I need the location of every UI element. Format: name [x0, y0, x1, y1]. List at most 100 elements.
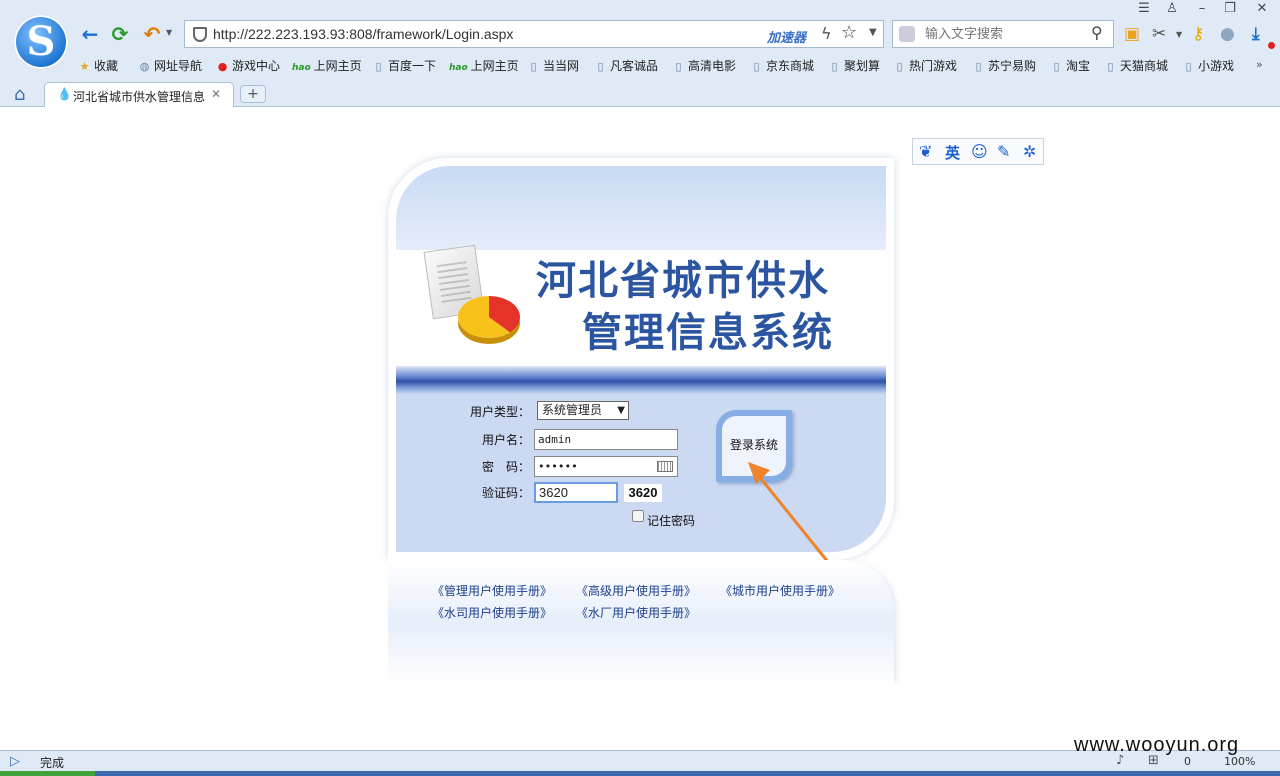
- favorite-star-icon[interactable]: ☆: [841, 22, 857, 43]
- new-tab-button[interactable]: +: [240, 85, 266, 103]
- username-label: 用户名：: [482, 433, 531, 447]
- captcha-label: 验证码：: [482, 486, 531, 500]
- page-icon: ▯: [896, 60, 903, 73]
- remember-password-label: 记住密码: [647, 514, 696, 528]
- bookmark-item[interactable]: ★ 收藏: [78, 57, 118, 74]
- star-icon: ★: [79, 60, 90, 73]
- skin-icon[interactable]: ♙: [1162, 1, 1182, 17]
- bookmark-item[interactable]: ▯ 凡客诚品: [594, 57, 658, 74]
- sidebar-toggle-icon[interactable]: ▷: [10, 754, 20, 769]
- url-text[interactable]: http://222.223.193.93:808/framework/Logi…: [213, 26, 513, 42]
- bookmark-item[interactable]: ▯ 高清电影: [672, 57, 736, 74]
- bookmark-item[interactable]: ▯ 当当网: [527, 57, 579, 74]
- page-icon: ▯: [1107, 60, 1114, 73]
- pen-icon[interactable]: ✎: [997, 142, 1010, 161]
- captcha-field[interactable]: 3620: [534, 482, 618, 503]
- ime-toolbar: ❦ 英 ☺ ✎ ✲: [912, 138, 1044, 165]
- search-icon[interactable]: ⚲: [1091, 23, 1103, 42]
- username-field[interactable]: admin: [534, 429, 678, 450]
- system-title-line1: 河北省城市供水: [536, 258, 830, 304]
- bookmark-item[interactable]: ● 游戏中心: [216, 57, 280, 74]
- captcha-image[interactable]: 3620: [624, 484, 662, 502]
- manual-link[interactable]: 《管理用户使用手册》: [432, 582, 552, 599]
- remember-password-checkbox[interactable]: [632, 510, 644, 522]
- bookmark-item[interactable]: ▯ 百度一下: [372, 57, 436, 74]
- bookmark-item[interactable]: ▯ 苏宁易购: [972, 57, 1036, 74]
- address-dropdown-icon[interactable]: ▼: [869, 27, 877, 38]
- search-engine-icon[interactable]: [899, 26, 915, 42]
- password-field[interactable]: ••••••: [534, 456, 678, 477]
- bookmark-item[interactable]: hao 上网主页: [449, 57, 519, 74]
- water-drop-icon: 💧: [57, 87, 72, 101]
- bookmark-item[interactable]: ▯ 聚划算: [828, 57, 880, 74]
- page-icon: ▯: [530, 60, 537, 73]
- tab-bar: ⌂ 💧 河北省城市供水管理信息 ✕ +: [0, 82, 1280, 107]
- close-icon[interactable]: ✕: [211, 87, 221, 101]
- page-icon: ▯: [375, 60, 382, 73]
- home-icon[interactable]: ⌂: [14, 84, 25, 105]
- chevron-double-right-icon[interactable]: »: [1256, 58, 1263, 71]
- close-window-button[interactable]: ✕: [1252, 1, 1272, 17]
- restore-button[interactable]: ❐: [1220, 1, 1240, 17]
- user-type-select[interactable]: 系统管理员 ▼: [537, 401, 629, 420]
- bookmark-item[interactable]: ◍ 网址导航: [138, 57, 202, 74]
- page-icon: ▯: [975, 60, 982, 73]
- page-icon: ▯: [831, 60, 838, 73]
- bookmark-item[interactable]: ▯ 热门游戏: [893, 57, 957, 74]
- browser-toolbar: S ← ⟳ ↶ ▼ http://222.223.193.93:808/fram…: [0, 0, 1280, 107]
- password-label: 密 码：: [482, 460, 531, 474]
- message-icon[interactable]: ●: [1220, 24, 1235, 44]
- paw-icon[interactable]: ❦: [919, 142, 932, 161]
- shield-icon: [193, 27, 207, 42]
- game-icon: ●: [217, 60, 228, 73]
- password-value: ••••••: [538, 460, 578, 473]
- arrow-shaft: [752, 469, 830, 563]
- bookmark-item[interactable]: ▯ 京东商城: [750, 57, 814, 74]
- search-input[interactable]: [925, 25, 1085, 43]
- page-icon: ▯: [597, 60, 604, 73]
- watermark-text: www.wooyun.org: [1074, 734, 1240, 756]
- gear-icon[interactable]: ✲: [1023, 142, 1036, 161]
- back-button[interactable]: ←: [78, 22, 102, 46]
- address-bar[interactable]: http://222.223.193.93:808/framework/Logi…: [184, 20, 884, 48]
- english-mode-button[interactable]: 英: [945, 142, 960, 163]
- accelerator-button[interactable]: 加速器: [767, 27, 806, 46]
- bookmark-item[interactable]: ▯ 淘宝: [1050, 57, 1090, 74]
- tab-title: 河北省城市供水管理信息: [73, 90, 205, 104]
- manual-link[interactable]: 《水司用户使用手册》: [432, 604, 552, 621]
- manual-link[interactable]: 《高级用户使用手册》: [576, 582, 696, 599]
- globe-icon: ◍: [139, 60, 150, 73]
- logo-letter: S: [26, 18, 56, 65]
- annotation-arrow: [748, 462, 830, 563]
- page-icon: ▯: [1053, 60, 1060, 73]
- refresh-button[interactable]: ⟳: [108, 22, 132, 46]
- bookmark-item[interactable]: hao 上网主页: [292, 57, 362, 74]
- chevron-down-icon[interactable]: ▼: [1176, 30, 1182, 39]
- manual-link[interactable]: 《城市用户使用手册》: [720, 582, 840, 599]
- extension-icon[interactable]: ▣: [1124, 24, 1140, 44]
- scissors-icon[interactable]: ✂: [1152, 24, 1166, 44]
- key-icon[interactable]: ⚷: [1192, 24, 1204, 44]
- search-box[interactable]: ⚲: [892, 20, 1114, 48]
- bookmark-item[interactable]: ▯ 小游戏: [1182, 57, 1234, 74]
- smile-icon[interactable]: ☺: [971, 142, 988, 161]
- dropdown-arrow-icon: ▼: [617, 405, 625, 416]
- status-text: 完成: [40, 756, 65, 770]
- user-type-label: 用户类型：: [470, 405, 531, 419]
- page-icon: ▯: [1185, 60, 1192, 73]
- tab-active[interactable]: 💧 河北省城市供水管理信息 ✕: [44, 82, 234, 107]
- page-icon: ▯: [675, 60, 682, 73]
- chevron-down-icon[interactable]: ▼: [166, 28, 172, 37]
- keyboard-icon[interactable]: [657, 461, 673, 472]
- download-icon[interactable]: ⤓: [1252, 24, 1260, 44]
- menu-icon[interactable]: ☰: [1134, 1, 1154, 17]
- browser-logo[interactable]: S: [14, 15, 68, 69]
- undo-close-button[interactable]: ↶: [140, 22, 164, 46]
- bookmark-item[interactable]: ▯ 天猫商城: [1104, 57, 1168, 74]
- minimize-button[interactable]: –: [1192, 1, 1212, 17]
- manual-link[interactable]: 《水厂用户使用手册》: [576, 604, 696, 621]
- page-icon: ▯: [753, 60, 760, 73]
- bolt-icon[interactable]: ϟ: [821, 24, 832, 43]
- arrow-head: [748, 462, 770, 484]
- manuals-panel: 《管理用户使用手册》 《高级用户使用手册》 《城市用户使用手册》 《水司用户使用…: [388, 560, 894, 686]
